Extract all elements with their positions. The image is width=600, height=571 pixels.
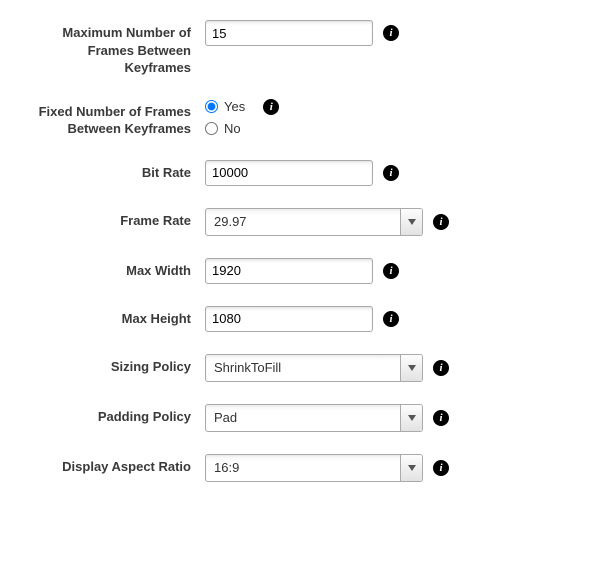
info-icon[interactable] bbox=[433, 214, 449, 230]
bit-rate-input[interactable] bbox=[205, 160, 373, 186]
max-height-label: Max Height bbox=[30, 306, 205, 328]
chevron-down-icon bbox=[408, 465, 416, 471]
info-icon[interactable] bbox=[433, 460, 449, 476]
display-aspect-ratio-label: Display Aspect Ratio bbox=[30, 454, 205, 476]
max-height-input[interactable] bbox=[205, 306, 373, 332]
display-aspect-ratio-value: 16:9 bbox=[206, 460, 400, 475]
info-icon[interactable] bbox=[383, 165, 399, 181]
frame-rate-select[interactable]: 29.97 bbox=[205, 208, 423, 236]
chevron-down-icon bbox=[408, 365, 416, 371]
info-icon[interactable] bbox=[433, 410, 449, 426]
dropdown-button[interactable] bbox=[400, 405, 422, 431]
padding-policy-label: Padding Policy bbox=[30, 404, 205, 426]
sizing-policy-value: ShrinkToFill bbox=[206, 360, 400, 375]
dropdown-button[interactable] bbox=[400, 455, 422, 481]
fixed-frames-no-radio[interactable] bbox=[205, 122, 218, 135]
fixed-frames-yes-label: Yes bbox=[224, 99, 245, 114]
info-icon[interactable] bbox=[383, 311, 399, 327]
info-icon[interactable] bbox=[383, 263, 399, 279]
sizing-policy-select[interactable]: ShrinkToFill bbox=[205, 354, 423, 382]
fixed-number-frames-label: Fixed Number of Frames Between Keyframes bbox=[30, 99, 205, 138]
padding-policy-value: Pad bbox=[206, 410, 400, 425]
frame-rate-label: Frame Rate bbox=[30, 208, 205, 230]
chevron-down-icon bbox=[408, 415, 416, 421]
dropdown-button[interactable] bbox=[400, 209, 422, 235]
max-width-label: Max Width bbox=[30, 258, 205, 280]
sizing-policy-label: Sizing Policy bbox=[30, 354, 205, 376]
chevron-down-icon bbox=[408, 219, 416, 225]
max-width-input[interactable] bbox=[205, 258, 373, 284]
max-frames-between-keyframes-label: Maximum Number of Frames Between Keyfram… bbox=[30, 20, 205, 77]
info-icon[interactable] bbox=[383, 25, 399, 41]
bit-rate-label: Bit Rate bbox=[30, 160, 205, 182]
info-icon[interactable] bbox=[433, 360, 449, 376]
fixed-frames-yes-radio[interactable] bbox=[205, 100, 218, 113]
fixed-frames-no-label: No bbox=[224, 121, 241, 136]
frame-rate-value: 29.97 bbox=[206, 214, 400, 229]
info-icon[interactable] bbox=[263, 99, 279, 115]
max-frames-between-keyframes-input[interactable] bbox=[205, 20, 373, 46]
display-aspect-ratio-select[interactable]: 16:9 bbox=[205, 454, 423, 482]
padding-policy-select[interactable]: Pad bbox=[205, 404, 423, 432]
dropdown-button[interactable] bbox=[400, 355, 422, 381]
